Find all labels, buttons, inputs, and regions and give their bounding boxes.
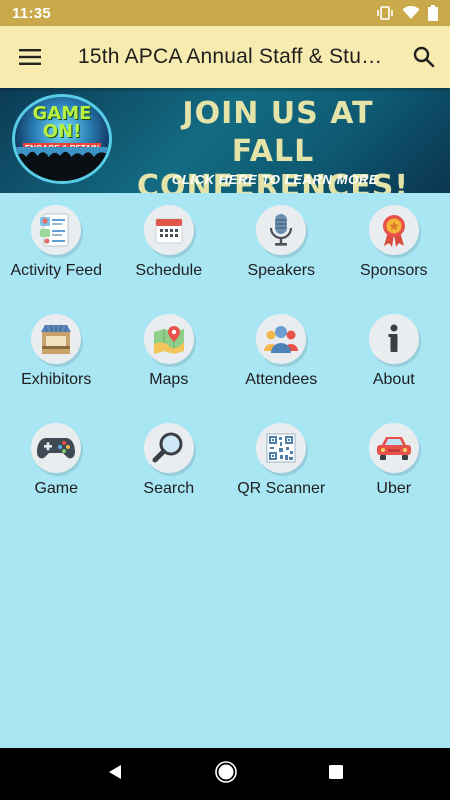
status-icons [376, 5, 438, 21]
gamepad-icon [31, 423, 82, 473]
tile-maps[interactable]: Maps [113, 314, 226, 423]
map-icon [143, 314, 194, 364]
tile-label: About [372, 371, 415, 388]
tile-label: Sponsors [359, 262, 428, 279]
status-time: 11:35 [12, 4, 52, 22]
tile-label: Speakers [247, 262, 316, 279]
magnifier-icon [143, 423, 194, 473]
feature-grid: Activity Feed Schedule Speakers Sponsors… [0, 193, 450, 532]
battery-icon [428, 5, 438, 21]
hamburger-menu-icon [19, 49, 41, 65]
crowd-silhouette-icon [15, 147, 109, 181]
ribbon-badge-icon [368, 205, 419, 255]
promo-banner[interactable]: GAME ON! ENGAGE & RETAIN JOIN US AT FALL… [0, 88, 450, 193]
qr-code-icon [256, 423, 307, 473]
search-icon [413, 46, 435, 68]
tile-label: Uber [376, 480, 412, 497]
system-nav-bar [0, 748, 450, 800]
tile-label: Exhibitors [21, 371, 92, 388]
tile-search[interactable]: Search [113, 423, 226, 532]
tile-label: Search [143, 480, 195, 497]
tile-label: QR Scanner [237, 480, 326, 497]
app-bar: 15th APCA Annual Staff & Stu… [0, 26, 450, 88]
tile-game[interactable]: Game [0, 423, 113, 532]
tile-exhibitors[interactable]: Exhibitors [0, 314, 113, 423]
tile-attendees[interactable]: Attendees [225, 314, 338, 423]
back-button[interactable] [106, 763, 124, 786]
banner-headline-1: JOIN US AT [182, 96, 374, 131]
wifi-icon [402, 6, 420, 19]
microphone-icon [256, 205, 307, 255]
people-icon [256, 314, 307, 364]
activity-feed-icon [31, 205, 82, 255]
tile-schedule[interactable]: Schedule [113, 205, 226, 314]
back-triangle-icon [108, 764, 121, 779]
tile-label: Activity Feed [10, 262, 103, 279]
home-circle-icon [215, 760, 237, 783]
banner-cta: CLICK HERE TO LEARN MORE [171, 172, 379, 187]
tile-label: Schedule [135, 262, 203, 279]
tile-label: Attendees [245, 371, 318, 388]
badge-title: GAME ON! [32, 103, 92, 142]
recents-button[interactable] [328, 764, 344, 785]
menu-button[interactable] [0, 26, 60, 88]
tile-speakers[interactable]: Speakers [225, 205, 338, 314]
calendar-icon [143, 205, 194, 255]
search-button[interactable] [398, 26, 450, 88]
tile-about[interactable]: About [338, 314, 450, 423]
app-title: 15th APCA Annual Staff & Stu… [78, 45, 383, 68]
tile-sponsors[interactable]: Sponsors [338, 205, 450, 314]
status-bar: 11:35 [0, 0, 450, 26]
recents-square-icon [329, 764, 344, 779]
car-icon [368, 423, 419, 473]
vibrate-icon [377, 6, 393, 20]
tile-qr-scanner[interactable]: QR Scanner [225, 423, 338, 532]
tile-label: Game [34, 480, 79, 497]
game-on-badge-logo: GAME ON! ENGAGE & RETAIN [12, 94, 112, 184]
info-icon [368, 314, 419, 364]
booth-icon [31, 314, 82, 364]
tile-uber[interactable]: Uber [338, 423, 450, 532]
home-button[interactable] [215, 760, 237, 788]
tile-label: Maps [149, 371, 189, 388]
tile-activity-feed[interactable]: Activity Feed [0, 205, 113, 314]
